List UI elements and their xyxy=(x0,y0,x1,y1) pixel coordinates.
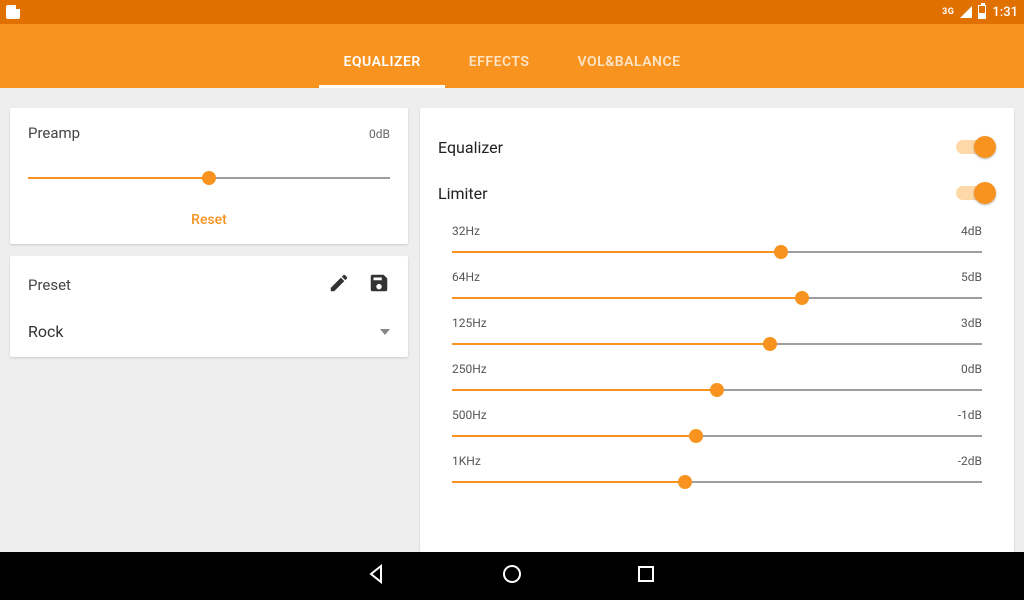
eq-band-5: 1KHz -2dB xyxy=(438,454,996,492)
eq-band-1: 64Hz 5dB xyxy=(438,270,996,308)
preset-selected: Rock xyxy=(28,322,63,341)
network-type: 3G xyxy=(942,7,954,17)
status-bar: 3G 1:31 xyxy=(0,0,1024,24)
preset-label: Preset xyxy=(28,276,71,294)
preset-dropdown[interactable]: Rock xyxy=(28,322,390,341)
band-freq: 64Hz xyxy=(452,270,480,284)
band-freq: 250Hz xyxy=(452,362,487,376)
band-freq: 1KHz xyxy=(452,454,481,468)
tab-equalizer[interactable]: EQUALIZER xyxy=(319,54,444,88)
preset-card: Preset Rock xyxy=(10,256,408,357)
battery-icon xyxy=(978,5,986,19)
tab-bar: EQUALIZER EFFECTS VOL&BALANCE xyxy=(0,24,1024,88)
eq-band-0: 32Hz 4dB xyxy=(438,224,996,262)
band-gain: 4dB xyxy=(961,224,982,238)
save-icon[interactable] xyxy=(368,272,390,298)
limiter-toggle[interactable] xyxy=(956,182,996,204)
band-freq: 125Hz xyxy=(452,316,487,330)
edit-icon[interactable] xyxy=(328,272,350,298)
equalizer-toggle[interactable] xyxy=(956,136,996,158)
eq-band-2: 125Hz 3dB xyxy=(438,316,996,354)
android-navbar xyxy=(0,552,1024,600)
tab-effects[interactable]: EFFECTS xyxy=(445,54,554,88)
band-slider-3[interactable] xyxy=(452,380,982,400)
band-gain: 3dB xyxy=(961,316,982,330)
band-gain: -1dB xyxy=(958,408,982,422)
band-freq: 32Hz xyxy=(452,224,480,238)
chevron-down-icon xyxy=(380,329,390,335)
band-freq: 500Hz xyxy=(452,408,487,422)
tab-volbalance[interactable]: VOL&BALANCE xyxy=(553,54,704,88)
preamp-slider[interactable] xyxy=(28,166,390,190)
band-slider-5[interactable] xyxy=(452,472,982,492)
band-gain: -2dB xyxy=(958,454,982,468)
band-gain: 5dB xyxy=(961,270,982,284)
band-slider-2[interactable] xyxy=(452,334,982,354)
sdcard-icon xyxy=(6,5,20,19)
equalizer-card: Equalizer Limiter 32Hz 4dB 64Hz 5dB 125Hz 3dB… xyxy=(420,108,1014,552)
preamp-label: Preamp xyxy=(28,124,80,142)
recent-icon[interactable] xyxy=(634,562,658,590)
limiter-toggle-label: Limiter xyxy=(438,184,488,203)
eq-band-3: 250Hz 0dB xyxy=(438,362,996,400)
signal-icon xyxy=(960,6,972,18)
equalizer-toggle-label: Equalizer xyxy=(438,138,503,157)
preamp-card: Preamp 0dB Reset xyxy=(10,108,408,244)
back-icon[interactable] xyxy=(366,562,390,590)
band-slider-4[interactable] xyxy=(452,426,982,446)
eq-band-4: 500Hz -1dB xyxy=(438,408,996,446)
band-slider-0[interactable] xyxy=(452,242,982,262)
preamp-value: 0dB xyxy=(369,127,390,141)
band-slider-1[interactable] xyxy=(452,288,982,308)
band-gain: 0dB xyxy=(961,362,982,376)
home-icon[interactable] xyxy=(500,562,524,590)
status-clock: 1:31 xyxy=(992,5,1018,20)
preamp-reset-button[interactable]: Reset xyxy=(28,212,390,228)
